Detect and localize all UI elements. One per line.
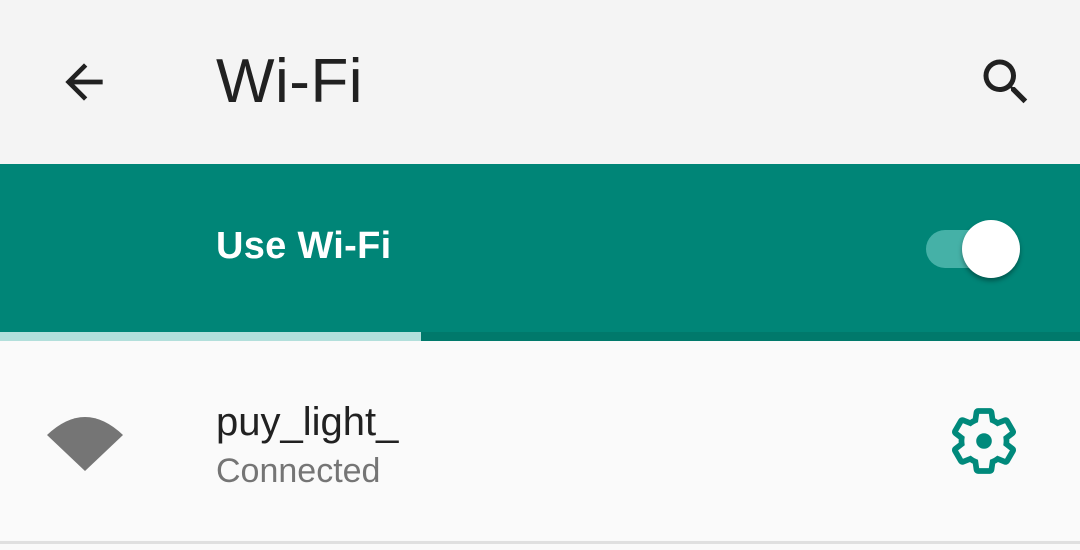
toggle-thumb — [962, 220, 1020, 278]
use-wifi-bar[interactable]: Use Wi-Fi — [0, 164, 1080, 332]
scan-progress-bar — [0, 332, 1080, 341]
search-button[interactable] — [966, 42, 1046, 122]
gear-icon — [951, 408, 1017, 474]
back-button[interactable] — [44, 42, 124, 122]
scan-progress-fill — [0, 332, 422, 341]
toolbar: Wi-Fi — [0, 0, 1080, 164]
list-divider — [0, 541, 1080, 544]
wifi-signal-icon — [47, 417, 123, 471]
use-wifi-label: Use Wi-Fi — [216, 225, 392, 267]
wifi-settings-screen: Wi-Fi Use Wi-Fi puy_light_ Connected — [0, 0, 1080, 550]
network-ssid: puy_light_ — [216, 400, 399, 444]
wifi-toggle[interactable] — [926, 220, 1026, 280]
network-status: Connected — [216, 452, 381, 490]
network-settings-button[interactable] — [946, 403, 1022, 479]
page-title: Wi-Fi — [216, 47, 364, 116]
search-icon — [983, 59, 1028, 104]
network-list-item[interactable]: puy_light_ Connected — [0, 341, 1080, 541]
arrow-back-icon — [65, 63, 103, 101]
